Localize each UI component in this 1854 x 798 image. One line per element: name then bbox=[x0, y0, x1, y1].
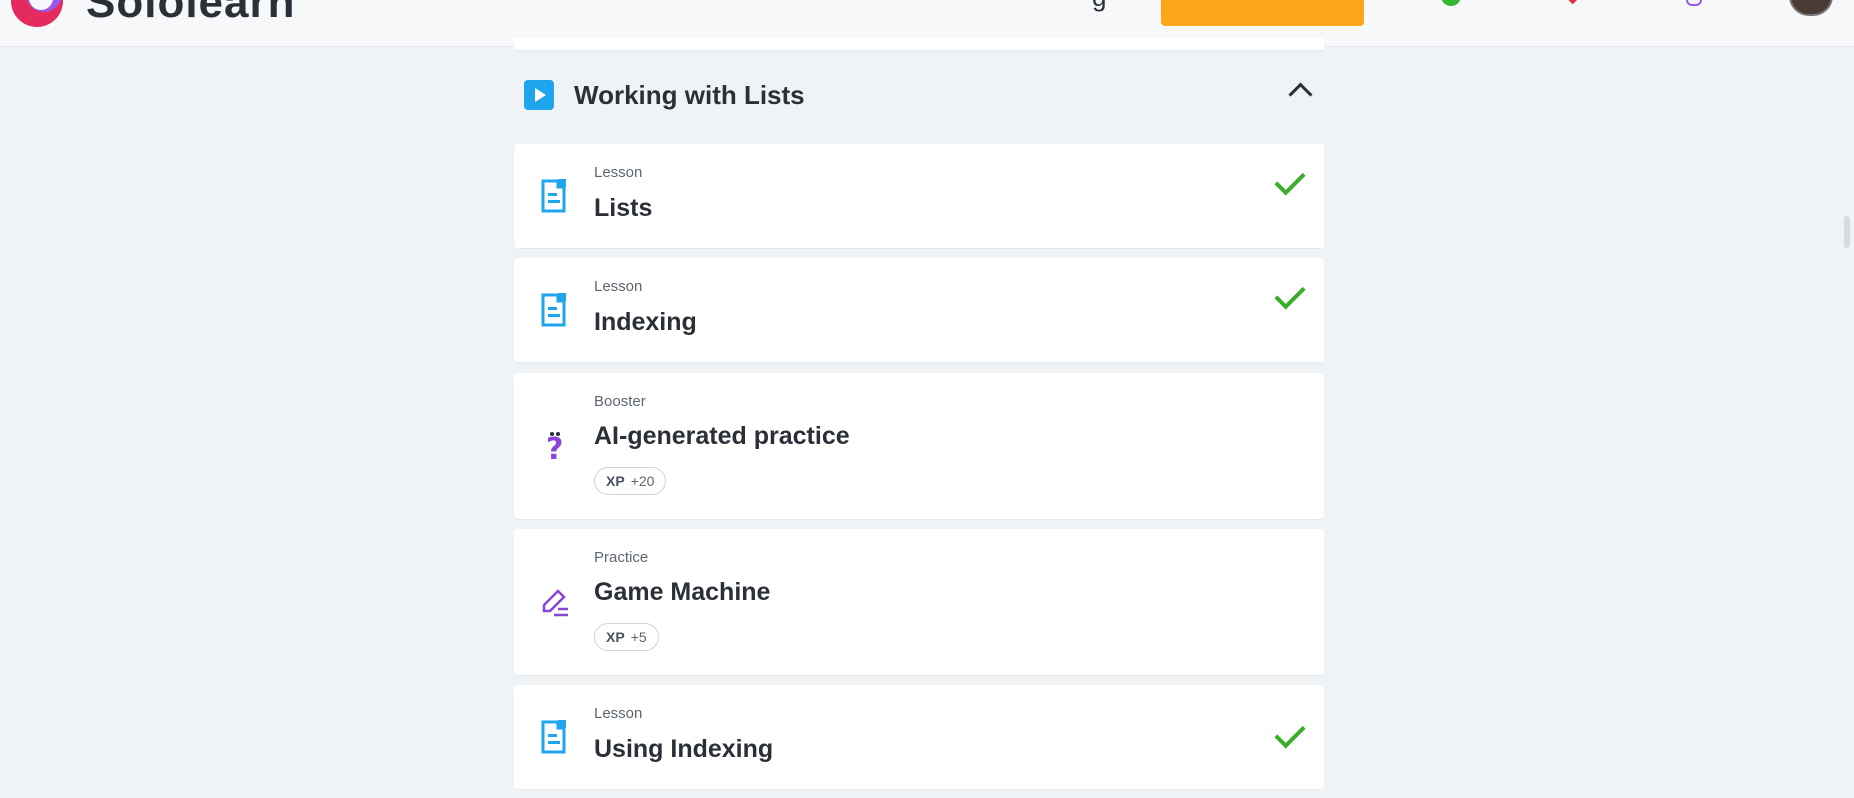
lesson-card-using-indexing[interactable]: Lesson Using Indexing bbox=[514, 685, 1324, 790]
pencil-lines-icon bbox=[542, 589, 568, 617]
lesson-card-lists[interactable]: Lesson Lists bbox=[514, 144, 1324, 249]
item-title: AI-generated practice bbox=[594, 422, 850, 450]
module-title: Working with Lists bbox=[574, 80, 805, 110]
lesson-doc-icon bbox=[541, 179, 566, 213]
item-title: Indexing bbox=[594, 308, 697, 336]
lesson-card-indexing[interactable]: Lesson Indexing bbox=[514, 258, 1324, 363]
item-type: Lesson bbox=[594, 164, 643, 181]
lesson-doc-icon bbox=[541, 720, 566, 754]
nav-link[interactable]: g bbox=[1092, 0, 1106, 13]
practice-card-game-machine[interactable]: Practice Game Machine XP +5 bbox=[514, 529, 1324, 676]
item-title: Lists bbox=[594, 194, 653, 222]
booster-card-ai-practice[interactable]: ? Booster AI-generated practice XP +20 bbox=[514, 373, 1324, 520]
check-icon bbox=[1274, 164, 1306, 196]
xp-badge: XP +5 bbox=[594, 623, 659, 651]
xp-value: +20 bbox=[630, 473, 655, 489]
item-type: Lesson bbox=[594, 705, 643, 722]
lesson-doc-icon bbox=[541, 293, 566, 327]
previous-card-edge bbox=[514, 38, 1324, 51]
xp-label: XP bbox=[606, 473, 625, 489]
scrollbar-thumb[interactable] bbox=[1844, 216, 1850, 248]
xp-badge: XP +20 bbox=[594, 467, 667, 495]
item-title: Game Machine bbox=[594, 578, 771, 606]
check-icon bbox=[1274, 717, 1306, 749]
logo-text[interactable]: Sololearn bbox=[86, 0, 296, 28]
item-title: Using Indexing bbox=[594, 735, 774, 763]
item-type: Booster bbox=[594, 393, 646, 410]
chevron-up-icon[interactable] bbox=[1288, 82, 1313, 107]
xp-label: XP bbox=[606, 629, 625, 645]
streak-icon[interactable] bbox=[1441, 0, 1461, 6]
upgrade-button[interactable] bbox=[1161, 0, 1364, 26]
check-icon bbox=[1274, 278, 1306, 310]
module-header[interactable]: Working with Lists bbox=[514, 72, 1324, 122]
svg-text:?: ? bbox=[546, 432, 563, 463]
heart-icon[interactable] bbox=[1565, 0, 1579, 5]
item-type: Practice bbox=[594, 549, 649, 566]
item-type: Lesson bbox=[594, 278, 643, 295]
question-mark-icon: ? bbox=[546, 432, 563, 463]
bits-icon[interactable] bbox=[1686, 0, 1702, 6]
sololearn-logo-icon[interactable] bbox=[8, 0, 66, 30]
play-icon bbox=[524, 80, 554, 110]
xp-value: +5 bbox=[630, 629, 647, 645]
avatar[interactable] bbox=[1789, 0, 1833, 16]
